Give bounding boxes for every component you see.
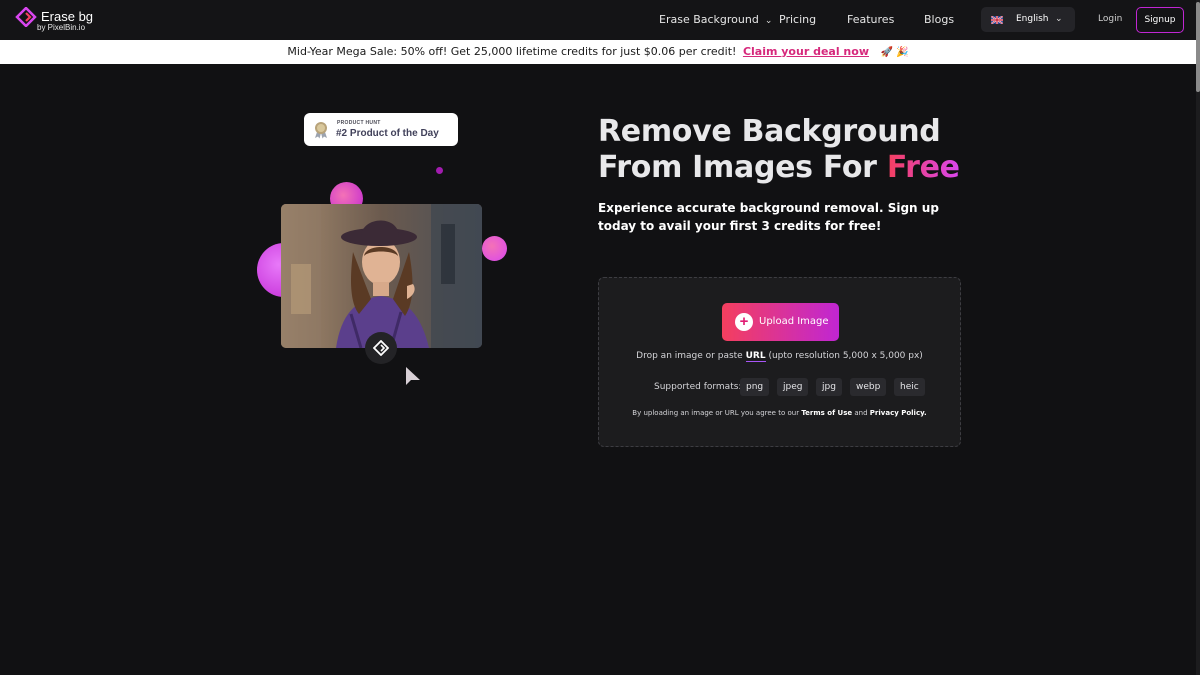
decorative-blob-right xyxy=(482,236,507,261)
format-chip-webp: webp xyxy=(850,378,887,396)
nav-pricing[interactable]: Pricing xyxy=(779,13,816,26)
language-label: English xyxy=(1016,14,1049,24)
format-chip-jpg: jpg xyxy=(816,378,842,396)
chevron-down-icon: ⌄ xyxy=(1055,13,1063,23)
nav-erase-background-label: Erase Background xyxy=(659,13,759,26)
mouse-cursor-icon xyxy=(406,367,420,385)
erase-bg-badge xyxy=(365,332,397,364)
terms-of-use-link[interactable]: Terms of Use xyxy=(801,409,852,417)
erase-bg-badge-icon xyxy=(373,340,389,356)
page-scrollbar[interactable] xyxy=(1196,0,1200,675)
woman-in-hat-illustration xyxy=(281,204,482,348)
nav-blogs[interactable]: Blogs xyxy=(924,13,954,26)
formats-label: Supported formats: xyxy=(654,382,742,392)
terms-and: and xyxy=(854,409,868,417)
upload-image-label: Upload Image xyxy=(759,316,829,327)
drop-hint-suffix: (upto resolution 5,000 x 5,000 px) xyxy=(768,351,923,361)
logo-subtitle: by PixelBin.io xyxy=(37,23,86,32)
hero-title-line2-text: From Images For xyxy=(598,150,877,185)
sale-banner-text: Mid-Year Mega Sale: 50% off! Get 25,000 … xyxy=(287,45,737,58)
upload-terms: By uploading an image or URL you agree t… xyxy=(599,409,960,417)
scrollbar-thumb[interactable] xyxy=(1196,2,1200,92)
badge-kicker: PRODUCT HUNT xyxy=(337,120,381,126)
erase-bg-logo-icon xyxy=(15,7,37,27)
badge-rank: #2 Product of the Day xyxy=(336,128,439,139)
terms-prefix: By uploading an image or URL you agree t… xyxy=(632,409,800,417)
upload-image-button[interactable]: + Upload Image xyxy=(722,303,839,341)
format-chip-heic: heic xyxy=(894,378,925,396)
sample-woman-photo xyxy=(281,204,482,348)
privacy-policy-link[interactable]: Privacy Policy. xyxy=(870,409,927,417)
chevron-down-icon: ⌄ xyxy=(764,16,773,26)
drop-hint: Drop an image or paste URL (upto resolut… xyxy=(599,351,960,362)
hero-title: Remove Background From Images For Free xyxy=(598,114,978,186)
signup-button[interactable]: Signup xyxy=(1136,7,1184,33)
rocket-party-emoji: 🚀 🎉 xyxy=(880,47,909,58)
format-chip-jpeg: jpeg xyxy=(777,378,809,396)
paste-url-link[interactable]: URL xyxy=(745,351,766,362)
drop-hint-prefix: Drop an image or paste xyxy=(636,351,743,361)
language-selector[interactable]: English ⌄ xyxy=(981,7,1075,32)
hero-title-line2: From Images For Free xyxy=(598,150,978,186)
hero-title-accent: Free xyxy=(886,150,960,185)
uk-flag-icon xyxy=(991,16,1003,24)
image-dropzone[interactable]: + Upload Image Drop an image or paste UR… xyxy=(598,277,961,447)
top-navbar: Erase bg by PixelBin.io Erase Background… xyxy=(0,0,1200,40)
logo-name: Erase bg xyxy=(41,9,94,24)
nav-erase-background[interactable]: Erase Background ⌄ xyxy=(659,13,772,26)
decorative-dot xyxy=(436,167,443,174)
claim-deal-link[interactable]: Claim your deal now xyxy=(743,45,869,58)
nav-features[interactable]: Features xyxy=(847,13,894,26)
sale-banner: Mid-Year Mega Sale: 50% off! Get 25,000 … xyxy=(0,40,1196,64)
hero-title-line1: Remove Background xyxy=(598,114,941,149)
erase-bg-logo[interactable]: Erase bg by PixelBin.io xyxy=(15,6,105,34)
hero-subtitle: Experience accurate background removal. … xyxy=(598,201,939,233)
plus-icon: + xyxy=(735,313,753,331)
medal-icon xyxy=(315,122,327,139)
product-hunt-badge[interactable]: PRODUCT HUNT #2 Product of the Day xyxy=(304,113,458,146)
format-chip-png: png xyxy=(740,378,770,396)
login-link[interactable]: Login xyxy=(1098,14,1122,24)
